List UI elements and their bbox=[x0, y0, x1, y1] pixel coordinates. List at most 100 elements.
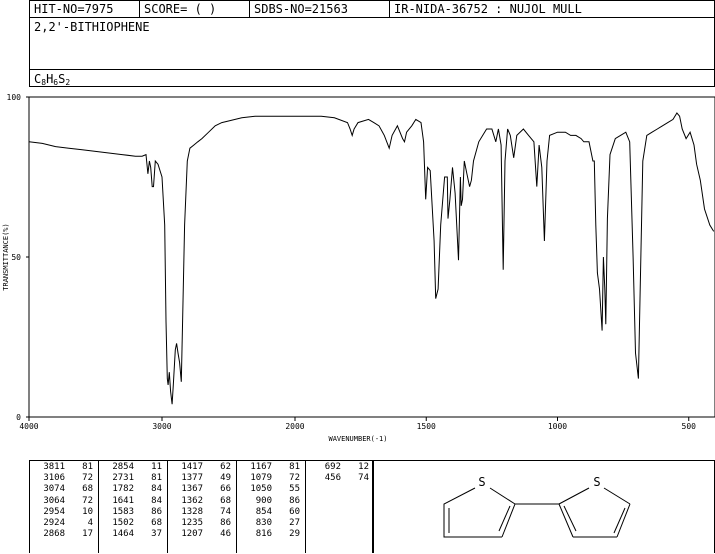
peak-table-column: 692 12 456 74 bbox=[307, 462, 369, 484]
peak-row: 2854 11 bbox=[100, 462, 162, 473]
peak-wavenumber: 1377 bbox=[181, 473, 203, 484]
peak-table-column: 1167 81 1079 72 1050 55 900 86 854 60 830 27 816 29 bbox=[238, 462, 300, 540]
peak-table-column-divider bbox=[167, 461, 168, 553]
peak-table-column-divider bbox=[236, 461, 237, 553]
peak-transmittance: 68 bbox=[151, 518, 162, 529]
peak-transmittance: 12 bbox=[358, 462, 369, 472]
peak-row: 1377 49 bbox=[169, 473, 231, 484]
peak-transmittance: 11 bbox=[151, 462, 162, 472]
y-axis-label: TRANSMITTANCE(%) bbox=[2, 223, 10, 290]
peak-transmittance: 72 bbox=[289, 473, 300, 484]
ir-spectrum-chart: 0 50 100 4000 3000 2000 1500 1000 500 TRANSMITT… bbox=[2, 93, 715, 443]
peak-transmittance: 86 bbox=[151, 506, 162, 517]
peak-transmittance: 84 bbox=[151, 495, 162, 506]
peak-wavenumber: 1641 bbox=[112, 495, 134, 506]
peak-transmittance: 84 bbox=[151, 484, 162, 495]
peak-wavenumber: 1328 bbox=[181, 506, 203, 517]
peak-wavenumber: 456 bbox=[324, 473, 341, 484]
peak-transmittance: 62 bbox=[220, 462, 231, 472]
peak-wavenumber: 900 bbox=[255, 495, 272, 506]
right-ring-bond bbox=[616, 503, 631, 538]
peak-row: 830 27 bbox=[238, 518, 300, 529]
peak-row: 1050 55 bbox=[238, 484, 300, 495]
peak-transmittance: 72 bbox=[82, 473, 93, 484]
y-tick-label: 0 bbox=[16, 413, 21, 422]
peak-wavenumber: 1464 bbox=[112, 529, 134, 540]
peak-transmittance: 29 bbox=[289, 529, 300, 540]
x-tick-label: 1500 bbox=[417, 422, 436, 431]
right-ring-bond bbox=[603, 487, 631, 505]
peak-wavenumber: 1167 bbox=[250, 462, 272, 472]
peak-row: 3811 81 bbox=[31, 462, 93, 473]
peak-wavenumber: 2854 bbox=[112, 462, 134, 472]
spectrum-line bbox=[28, 112, 715, 405]
y-tick-label: 100 bbox=[7, 93, 22, 102]
peak-row: 900 86 bbox=[238, 496, 300, 507]
peak-table-column-divider bbox=[98, 461, 99, 553]
peak-transmittance: 72 bbox=[82, 495, 93, 506]
peak-wavenumber: 1367 bbox=[181, 484, 203, 495]
peak-wavenumber: 1362 bbox=[181, 495, 203, 506]
peak-wavenumber: 2954 bbox=[43, 506, 65, 517]
x-tick-label: 4000 bbox=[19, 422, 38, 431]
peak-wavenumber: 2924 bbox=[43, 518, 65, 529]
peak-transmittance: 81 bbox=[151, 473, 162, 484]
peak-wavenumber: 2731 bbox=[112, 473, 134, 484]
peak-transmittance: 60 bbox=[289, 506, 300, 517]
peak-wavenumber: 1502 bbox=[112, 518, 134, 529]
peak-transmittance: 10 bbox=[82, 506, 93, 517]
peak-wavenumber: 854 bbox=[255, 506, 272, 517]
peak-row: 1502 68 bbox=[100, 518, 162, 529]
plot-frame bbox=[28, 96, 715, 418]
peak-transmittance: 74 bbox=[220, 506, 231, 517]
peak-transmittance: 66 bbox=[220, 484, 231, 495]
peak-transmittance: 37 bbox=[151, 529, 162, 540]
peak-wavenumber: 816 bbox=[255, 529, 272, 540]
right-ring-bond bbox=[558, 487, 590, 505]
sulfur-label-right: S bbox=[593, 475, 600, 489]
peak-row: 3064 72 bbox=[31, 496, 93, 507]
peak-wavenumber: 2868 bbox=[43, 529, 65, 540]
x-axis-label: WAVENUMBER(-1) bbox=[328, 435, 387, 443]
peak-wavenumber: 1079 bbox=[250, 473, 272, 484]
peak-row: 2868 17 bbox=[31, 529, 93, 540]
peak-row: 816 29 bbox=[238, 529, 300, 540]
peak-wavenumber: 1417 bbox=[181, 462, 203, 472]
peak-wavenumber: 1782 bbox=[112, 484, 134, 495]
y-tick-label: 50 bbox=[11, 253, 21, 262]
peak-wavenumber: 1583 bbox=[112, 506, 134, 517]
peak-transmittance: 4 bbox=[87, 518, 93, 529]
peak-transmittance: 55 bbox=[289, 484, 300, 495]
peak-row: 1207 46 bbox=[169, 529, 231, 540]
peak-wavenumber: 692 bbox=[324, 462, 341, 472]
peak-transmittance: 81 bbox=[289, 462, 300, 472]
peak-wavenumber: 1050 bbox=[250, 484, 272, 495]
peak-row: 1782 84 bbox=[100, 484, 162, 495]
right-ring-double-bond bbox=[563, 505, 577, 532]
peak-row: 1167 81 bbox=[238, 462, 300, 473]
peak-transmittance: 86 bbox=[289, 495, 300, 506]
peak-table-column: 3811 81 3106 72 3074 68 3064 72 2954 10 2924 4 2868 1… bbox=[31, 462, 93, 540]
peak-transmittance: 81 bbox=[82, 462, 93, 472]
peak-wavenumber: 3064 bbox=[43, 495, 65, 506]
peak-wavenumber: 3074 bbox=[43, 484, 65, 495]
peak-transmittance: 49 bbox=[220, 473, 231, 484]
x-tick-label: 2000 bbox=[285, 422, 304, 431]
peak-row: 1362 68 bbox=[169, 496, 231, 507]
peak-row: 1367 66 bbox=[169, 484, 231, 495]
peak-table-column-divider bbox=[305, 461, 306, 553]
peak-row: 1235 86 bbox=[169, 518, 231, 529]
peak-row: 1328 74 bbox=[169, 507, 231, 518]
peak-wavenumber: 1235 bbox=[181, 518, 203, 529]
x-tick-label: 1000 bbox=[548, 422, 567, 431]
left-ring-double-bond bbox=[498, 505, 511, 532]
peak-transmittance: 46 bbox=[220, 529, 231, 540]
peak-row: 3074 68 bbox=[31, 484, 93, 495]
peak-row: 2731 81 bbox=[100, 473, 162, 484]
peak-transmittance: 27 bbox=[289, 518, 300, 529]
peak-transmittance: 17 bbox=[82, 529, 93, 540]
peak-row: 1583 86 bbox=[100, 507, 162, 518]
peak-row: 1641 84 bbox=[100, 496, 162, 507]
x-tick-label: 500 bbox=[682, 422, 697, 431]
peak-row: 1079 72 bbox=[238, 473, 300, 484]
